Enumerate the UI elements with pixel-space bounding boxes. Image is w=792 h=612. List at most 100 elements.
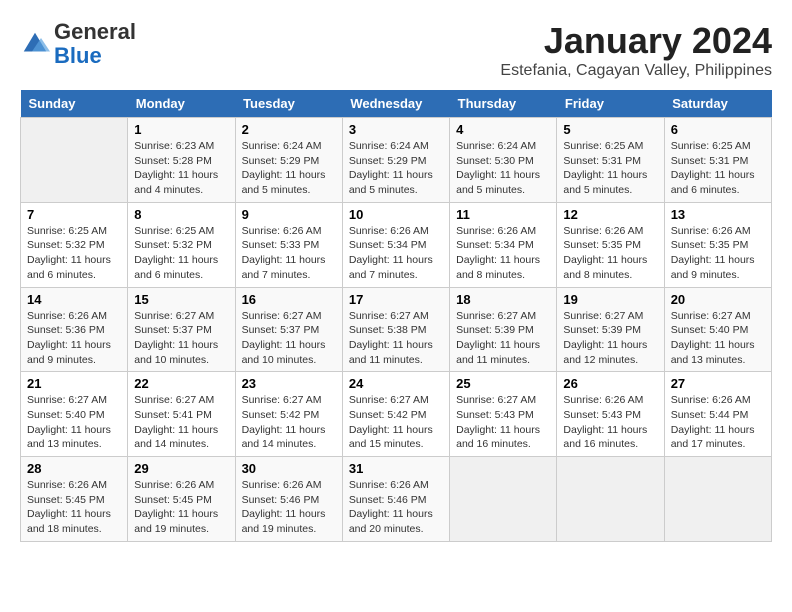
day-number: 25: [456, 376, 550, 391]
day-of-week-header: Tuesday: [235, 90, 342, 118]
day-number: 19: [563, 292, 657, 307]
calendar-cell: 7 Sunrise: 6:25 AMSunset: 5:32 PMDaylight…: [21, 202, 128, 287]
calendar-cell: 31Sunrise: 6:26 AMSunset: 5:46 PMDayligh…: [342, 457, 449, 542]
day-info: Sunrise: 6:26 AMSunset: 5:46 PMDaylight:…: [242, 478, 336, 537]
calendar-cell: 18 Sunrise: 6:27 AMSunset: 5:39 PMDayligh…: [450, 287, 557, 372]
day-info: Sunrise: 6:26 AMSunset: 5:34 PMDaylight:…: [456, 224, 550, 283]
day-info: Sunrise: 6:27 AMSunset: 5:40 PMDaylight:…: [27, 393, 121, 452]
calendar-cell: [21, 118, 128, 203]
day-number: 6: [671, 122, 765, 137]
calendar-week-row: 1 Sunrise: 6:23 AMSunset: 5:28 PMDaylight…: [21, 118, 772, 203]
calendar-cell: 4 Sunrise: 6:24 AMSunset: 5:30 PMDaylight…: [450, 118, 557, 203]
calendar-cell: 6Sunrise: 6:25 AMSunset: 5:31 PMDaylight…: [664, 118, 771, 203]
day-number: 29: [134, 461, 228, 476]
month-year-title: January 2024: [500, 20, 772, 62]
day-info: Sunrise: 6:26 AMSunset: 5:36 PMDaylight:…: [27, 309, 121, 368]
calendar-cell: 30 Sunrise: 6:26 AMSunset: 5:46 PMDayligh…: [235, 457, 342, 542]
day-number: 30: [242, 461, 336, 476]
day-number: 14: [27, 292, 121, 307]
day-info: Sunrise: 6:26 AMSunset: 5:44 PMDaylight:…: [671, 393, 765, 452]
calendar-cell: 24 Sunrise: 6:27 AMSunset: 5:42 PMDayligh…: [342, 372, 449, 457]
calendar-cell: [664, 457, 771, 542]
day-info: Sunrise: 6:26 AMSunset: 5:35 PMDaylight:…: [563, 224, 657, 283]
day-number: 18: [456, 292, 550, 307]
day-number: 9: [242, 207, 336, 222]
calendar-header-row: SundayMondayTuesdayWednesdayThursdayFrid…: [21, 90, 772, 118]
day-info: Sunrise: 6:27 AMSunset: 5:39 PMDaylight:…: [563, 309, 657, 368]
day-info: Sunrise: 6:26 AMSunset: 5:45 PMDaylight:…: [27, 478, 121, 537]
day-info: Sunrise: 6:27 AMSunset: 5:43 PMDaylight:…: [456, 393, 550, 452]
day-number: 23: [242, 376, 336, 391]
day-of-week-header: Thursday: [450, 90, 557, 118]
day-number: 28: [27, 461, 121, 476]
day-number: 3: [349, 122, 443, 137]
day-number: 8: [134, 207, 228, 222]
calendar-cell: 26 Sunrise: 6:26 AMSunset: 5:43 PMDayligh…: [557, 372, 664, 457]
day-number: 26: [563, 376, 657, 391]
calendar-week-row: 14 Sunrise: 6:26 AMSunset: 5:36 PMDayligh…: [21, 287, 772, 372]
day-number: 10: [349, 207, 443, 222]
day-info: Sunrise: 6:27 AMSunset: 5:37 PMDaylight:…: [134, 309, 228, 368]
page-header: General Blue January 2024 Estefania, Cag…: [20, 20, 772, 80]
calendar-table: SundayMondayTuesdayWednesdayThursdayFrid…: [20, 90, 772, 542]
day-number: 2: [242, 122, 336, 137]
calendar-week-row: 7 Sunrise: 6:25 AMSunset: 5:32 PMDaylight…: [21, 202, 772, 287]
day-info: Sunrise: 6:25 AMSunset: 5:32 PMDaylight:…: [27, 224, 121, 283]
day-info: Sunrise: 6:26 AMSunset: 5:43 PMDaylight:…: [563, 393, 657, 452]
calendar-cell: 29 Sunrise: 6:26 AMSunset: 5:45 PMDayligh…: [128, 457, 235, 542]
calendar-cell: 9 Sunrise: 6:26 AMSunset: 5:33 PMDaylight…: [235, 202, 342, 287]
day-info: Sunrise: 6:23 AMSunset: 5:28 PMDaylight:…: [134, 139, 228, 198]
day-info: Sunrise: 6:25 AMSunset: 5:32 PMDaylight:…: [134, 224, 228, 283]
day-info: Sunrise: 6:27 AMSunset: 5:39 PMDaylight:…: [456, 309, 550, 368]
title-block: January 2024 Estefania, Cagayan Valley, …: [500, 20, 772, 80]
calendar-week-row: 28 Sunrise: 6:26 AMSunset: 5:45 PMDayligh…: [21, 457, 772, 542]
day-info: Sunrise: 6:26 AMSunset: 5:46 PMDaylight:…: [349, 478, 443, 537]
day-info: Sunrise: 6:26 AMSunset: 5:45 PMDaylight:…: [134, 478, 228, 537]
calendar-cell: 3 Sunrise: 6:24 AMSunset: 5:29 PMDaylight…: [342, 118, 449, 203]
calendar-cell: 15 Sunrise: 6:27 AMSunset: 5:37 PMDayligh…: [128, 287, 235, 372]
day-number: 12: [563, 207, 657, 222]
day-info: Sunrise: 6:24 AMSunset: 5:29 PMDaylight:…: [349, 139, 443, 198]
calendar-cell: 20Sunrise: 6:27 AMSunset: 5:40 PMDayligh…: [664, 287, 771, 372]
day-number: 22: [134, 376, 228, 391]
day-number: 17: [349, 292, 443, 307]
day-number: 15: [134, 292, 228, 307]
day-info: Sunrise: 6:26 AMSunset: 5:35 PMDaylight:…: [671, 224, 765, 283]
calendar-cell: [450, 457, 557, 542]
calendar-cell: 25 Sunrise: 6:27 AMSunset: 5:43 PMDayligh…: [450, 372, 557, 457]
day-info: Sunrise: 6:27 AMSunset: 5:42 PMDaylight:…: [349, 393, 443, 452]
day-number: 4: [456, 122, 550, 137]
calendar-cell: 28 Sunrise: 6:26 AMSunset: 5:45 PMDayligh…: [21, 457, 128, 542]
day-info: Sunrise: 6:26 AMSunset: 5:34 PMDaylight:…: [349, 224, 443, 283]
logo-blue-text: Blue: [54, 43, 102, 68]
day-info: Sunrise: 6:27 AMSunset: 5:42 PMDaylight:…: [242, 393, 336, 452]
calendar-cell: 16Sunrise: 6:27 AMSunset: 5:37 PMDayligh…: [235, 287, 342, 372]
day-number: 1: [134, 122, 228, 137]
day-number: 7: [27, 207, 121, 222]
logo: General Blue: [20, 20, 136, 68]
calendar-cell: 1 Sunrise: 6:23 AMSunset: 5:28 PMDaylight…: [128, 118, 235, 203]
calendar-cell: 22Sunrise: 6:27 AMSunset: 5:41 PMDayligh…: [128, 372, 235, 457]
calendar-cell: 21 Sunrise: 6:27 AMSunset: 5:40 PMDayligh…: [21, 372, 128, 457]
day-of-week-header: Friday: [557, 90, 664, 118]
day-info: Sunrise: 6:26 AMSunset: 5:33 PMDaylight:…: [242, 224, 336, 283]
day-info: Sunrise: 6:27 AMSunset: 5:37 PMDaylight:…: [242, 309, 336, 368]
day-of-week-header: Sunday: [21, 90, 128, 118]
calendar-cell: 14 Sunrise: 6:26 AMSunset: 5:36 PMDayligh…: [21, 287, 128, 372]
day-number: 27: [671, 376, 765, 391]
calendar-cell: 10 Sunrise: 6:26 AMSunset: 5:34 PMDayligh…: [342, 202, 449, 287]
calendar-week-row: 21 Sunrise: 6:27 AMSunset: 5:40 PMDayligh…: [21, 372, 772, 457]
day-info: Sunrise: 6:25 AMSunset: 5:31 PMDaylight:…: [563, 139, 657, 198]
logo-icon: [20, 29, 50, 59]
calendar-cell: 23 Sunrise: 6:27 AMSunset: 5:42 PMDayligh…: [235, 372, 342, 457]
location-subtitle: Estefania, Cagayan Valley, Philippines: [500, 62, 772, 80]
day-of-week-header: Monday: [128, 90, 235, 118]
calendar-cell: 11Sunrise: 6:26 AMSunset: 5:34 PMDayligh…: [450, 202, 557, 287]
day-of-week-header: Saturday: [664, 90, 771, 118]
day-number: 21: [27, 376, 121, 391]
day-info: Sunrise: 6:24 AMSunset: 5:30 PMDaylight:…: [456, 139, 550, 198]
day-number: 24: [349, 376, 443, 391]
calendar-cell: [557, 457, 664, 542]
calendar-cell: 17Sunrise: 6:27 AMSunset: 5:38 PMDayligh…: [342, 287, 449, 372]
calendar-cell: 13Sunrise: 6:26 AMSunset: 5:35 PMDayligh…: [664, 202, 771, 287]
